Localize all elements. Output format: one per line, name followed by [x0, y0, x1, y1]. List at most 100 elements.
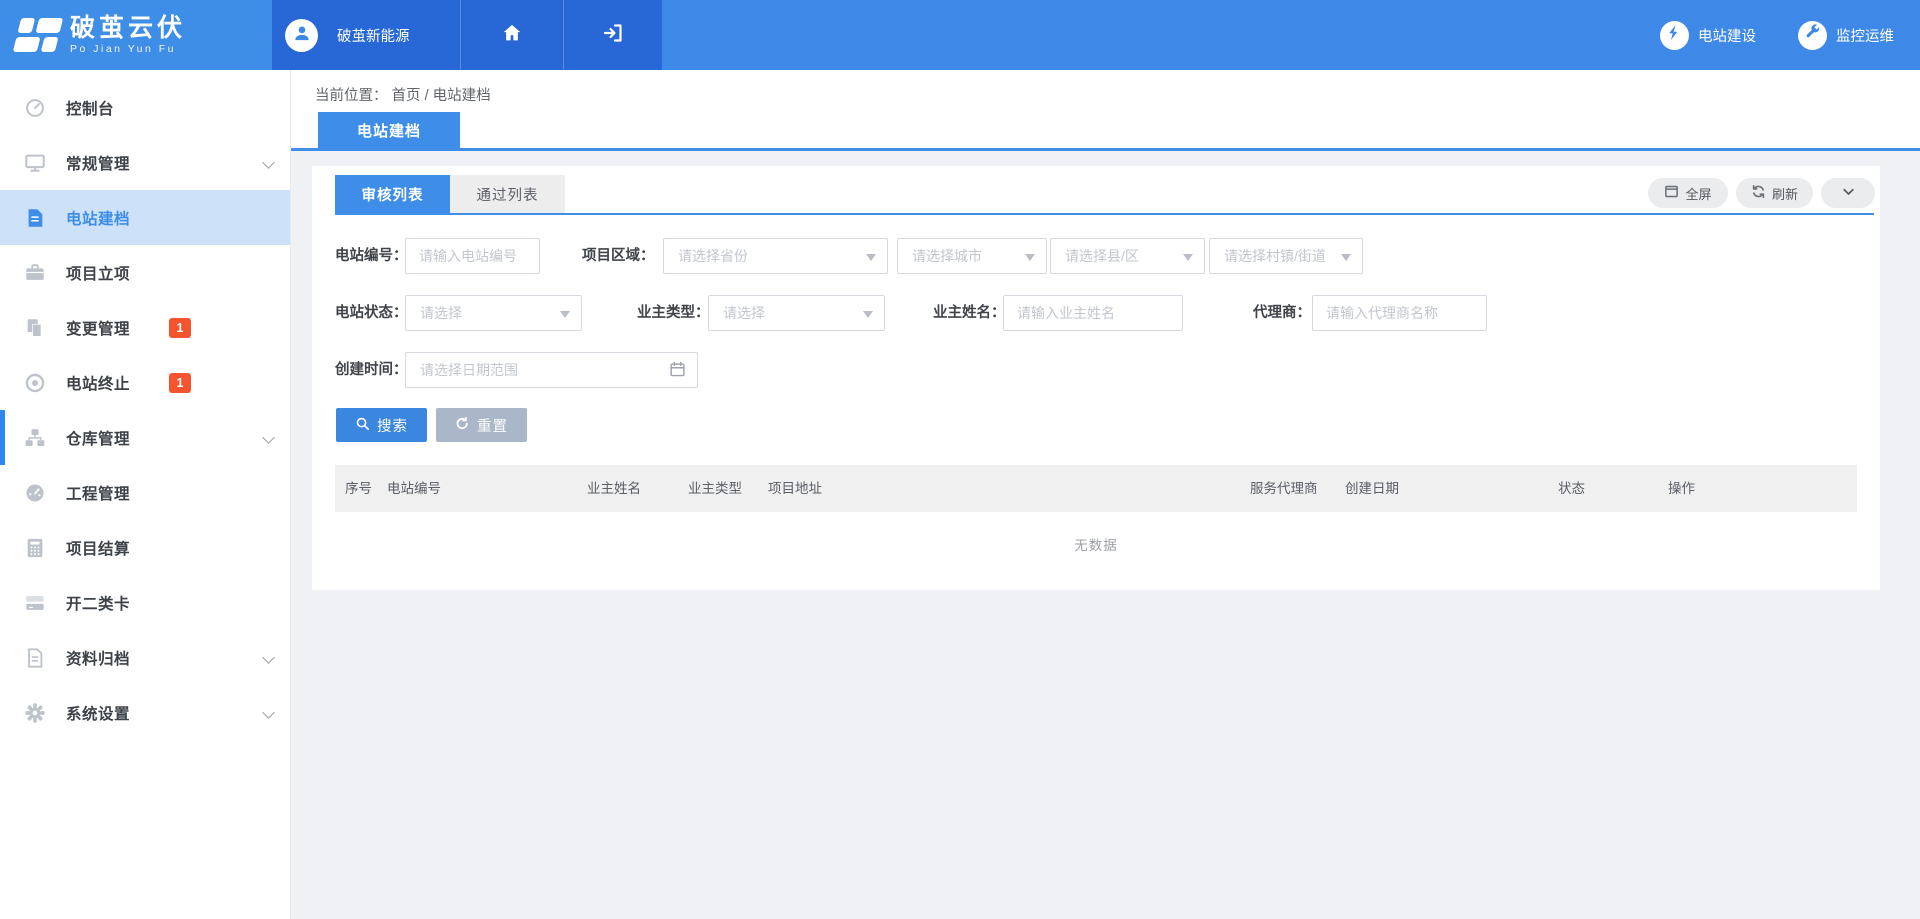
city-select[interactable]: 请选择城市: [897, 238, 1047, 274]
sidebar-item-console[interactable]: 控制台: [0, 80, 290, 135]
region-label: 项目区域：: [582, 238, 655, 274]
chevron-down-icon: [264, 652, 275, 663]
sitemap-icon: [23, 426, 47, 450]
sidebar-item-label: 控制台: [66, 97, 114, 119]
sidebar-item-change-mgmt[interactable]: 变更管理1: [0, 300, 290, 355]
sidebar-item-label: 资料归档: [66, 647, 130, 669]
user-avatar-icon: [285, 19, 318, 52]
column-header: 操作: [1668, 465, 1695, 512]
breadcrumb: 当前位置： 首页 / 电站建档: [315, 84, 491, 105]
table-empty-state: 无数据: [335, 512, 1857, 572]
main-content: 当前位置： 首页 / 电站建档 电站建档 审核列表 通过列表 全屏 刷新: [291, 70, 1920, 919]
sidebar-item-station-archive[interactable]: 电站建档: [0, 190, 290, 245]
owner-type-select[interactable]: 请选择: [708, 295, 885, 331]
owner-type-label: 业主类型：: [637, 295, 710, 331]
station-status-select[interactable]: 请选择: [405, 295, 582, 331]
sidebar-item-label: 系统设置: [66, 702, 130, 724]
sidebar-item-warehouse-mgmt[interactable]: 仓库管理: [0, 410, 290, 465]
chevron-down-icon: [264, 157, 275, 168]
record-icon: [23, 371, 47, 395]
select-caret-icon: [1183, 254, 1193, 261]
wrench-icon: [1798, 21, 1827, 50]
refresh-button[interactable]: 刷新: [1736, 178, 1813, 208]
breadcrumb-current: 电站建档: [433, 88, 491, 104]
monitor-ops-nav[interactable]: 监控运维: [1798, 21, 1894, 50]
sidebar-item-data-archive[interactable]: 资料归档: [0, 630, 290, 685]
sidebar-item-label: 电站建档: [66, 207, 130, 229]
fullscreen-button[interactable]: 全屏: [1648, 178, 1728, 208]
column-header: 状态: [1558, 465, 1585, 512]
sidebar-item-general-mgmt[interactable]: 常规管理: [0, 135, 290, 190]
village-select[interactable]: 请选择村镇/街道: [1209, 238, 1363, 274]
station-build-nav[interactable]: 电站建设: [1660, 21, 1756, 50]
current-user[interactable]: 破茧新能源: [285, 0, 410, 70]
sidebar-item-station-termination[interactable]: 电站终止 1: [0, 355, 290, 410]
doc-icon: [23, 206, 47, 230]
refresh-icon: [1751, 184, 1766, 202]
search-icon: [355, 416, 370, 435]
column-header: 序号: [345, 465, 372, 512]
created-date-label: 创建时间：: [335, 352, 408, 388]
tab-passed-list[interactable]: 通过列表: [450, 175, 565, 213]
breadcrumb-prefix: 当前位置：: [315, 88, 388, 104]
chevron-down-icon: [264, 707, 275, 718]
column-header: 项目地址: [768, 465, 822, 512]
breadcrumb-separator: /: [425, 88, 429, 104]
calculator-icon: [23, 536, 47, 560]
fullscreen-icon: [1664, 184, 1679, 202]
owner-name-input[interactable]: [1003, 295, 1183, 331]
no-data-text: 无数据: [1074, 534, 1118, 554]
tab-underline: [335, 213, 1874, 215]
sidebar-item-system-settings[interactable]: 系统设置: [0, 685, 290, 740]
county-select[interactable]: 请选择县/区: [1050, 238, 1205, 274]
gauge-icon: [23, 96, 47, 120]
sidebar-item-label: 常规管理: [66, 152, 130, 174]
sidebar-item-project-initiation[interactable]: 项目立项: [0, 245, 290, 300]
owner-name-label: 业主姓名：: [933, 295, 1006, 331]
select-caret-icon: [560, 311, 570, 318]
brand-subtitle: Po Jian Yun Fu: [70, 43, 186, 55]
sidebar-item-label: 项目立项: [66, 262, 130, 284]
breadcrumb-strip: 当前位置： 首页 / 电站建档 电站建档: [291, 70, 1920, 148]
sidebar-item-label: 开二类卡: [66, 592, 130, 614]
page-tab-station-archive[interactable]: 电站建档: [318, 112, 460, 148]
topbar-dark-section: 破茧新能源: [272, 0, 662, 70]
bolt-icon: [1660, 21, 1689, 50]
agent-input[interactable]: [1312, 295, 1487, 331]
sidebar-item-second-class-card[interactable]: 开二类卡: [0, 575, 290, 630]
select-caret-icon: [863, 311, 873, 318]
sidebar-item-label: 工程管理: [66, 482, 130, 504]
sidebar-item-project-settlement[interactable]: 项目结算: [0, 520, 290, 575]
column-header: 业主姓名: [587, 465, 641, 512]
collapse-button[interactable]: [1821, 178, 1875, 208]
user-name: 破茧新能源: [337, 25, 410, 46]
sidebar-item-label: 变更管理: [66, 317, 130, 339]
brand-logo-icon: [11, 17, 66, 53]
date-range-picker[interactable]: 请选择日期范围: [405, 352, 698, 388]
home-button[interactable]: [460, 0, 563, 70]
sidebar-item-label: 项目结算: [66, 537, 130, 559]
sidebar-item-label: 电站终止: [66, 372, 130, 394]
card-icon: [23, 591, 47, 615]
station-no-input[interactable]: [405, 238, 540, 274]
station-status-label: 电站状态：: [335, 295, 408, 331]
monitor-icon: [23, 151, 47, 175]
search-button[interactable]: 搜索: [336, 408, 427, 442]
briefcase-icon: [23, 261, 47, 285]
column-header: 服务代理商: [1250, 465, 1318, 512]
reset-button[interactable]: 重置: [436, 408, 527, 442]
select-caret-icon: [1025, 254, 1035, 261]
app-root: 破茧云伏 Po Jian Yun Fu 破茧新能源 电站建设 监控运维: [0, 0, 1920, 919]
logout-button[interactable]: [563, 0, 662, 70]
tab-review-list[interactable]: 审核列表: [335, 175, 450, 213]
breadcrumb-home-link[interactable]: 首页: [392, 88, 421, 104]
notification-badge: 1: [169, 373, 191, 393]
accent-divider: [291, 148, 1920, 151]
sidebar-item-label: 仓库管理: [66, 427, 130, 449]
file-icon: [23, 646, 47, 670]
brand-title: 破茧云伏: [70, 15, 186, 41]
sidebar-item-engineering-mgmt[interactable]: 工程管理: [0, 465, 290, 520]
table-header: 序号电站编号业主姓名业主类型项目地址服务代理商创建日期状态操作: [335, 465, 1857, 512]
province-select[interactable]: 请选择省份: [663, 238, 888, 274]
station-no-label: 电站编号：: [335, 238, 408, 274]
